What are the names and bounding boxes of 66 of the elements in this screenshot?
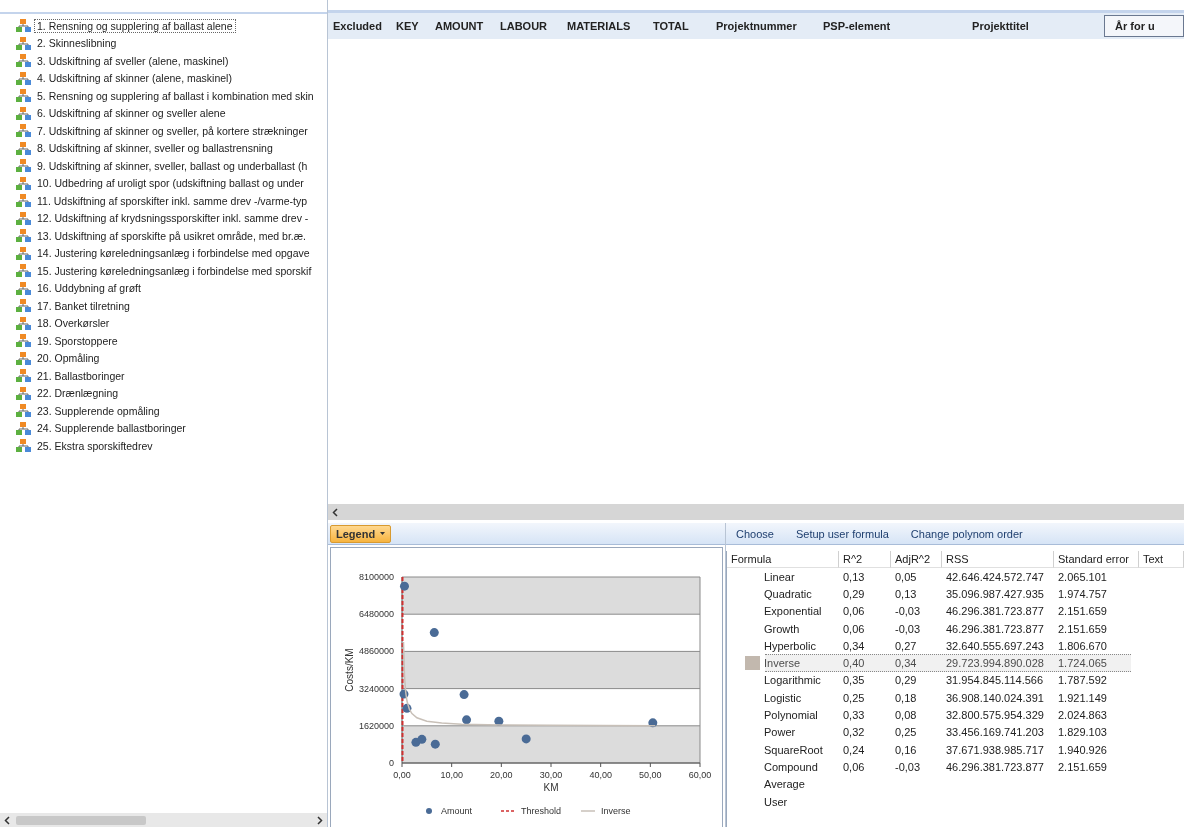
table-cell-text: 0,06	[842, 759, 866, 775]
table-cell-text: 0,06	[842, 621, 866, 637]
table-cell-text: 0,24	[842, 742, 866, 758]
table-cell-text: 0,32	[842, 725, 866, 741]
axis-label: 10,00	[440, 770, 463, 780]
table-cell-text: 33.456.169.741.203	[945, 725, 1045, 741]
axis-label: 50,00	[639, 770, 662, 780]
table-cell-text: 0,25	[894, 725, 918, 741]
table-cell-text: 0,05	[894, 569, 918, 585]
axis-label: 20,00	[490, 770, 513, 780]
table-cell-text: 32.640.555.697.243	[945, 638, 1045, 654]
table-cell-text: 0,27	[894, 638, 918, 654]
table-cell-text: -0,03	[894, 759, 922, 775]
table-cell-text: 0,18	[894, 690, 918, 706]
axis-label: 4860000	[358, 646, 394, 657]
table-cell-text: 46.296.381.723.877	[945, 759, 1045, 775]
table-cell-text: 2.151.659	[1057, 759, 1108, 775]
table-cell-text: 1.787.592	[1057, 673, 1108, 689]
axis-label: 1620000	[358, 720, 394, 731]
table-cell-text: 0,13	[894, 586, 918, 602]
axis-label: 60,00	[688, 770, 712, 780]
table-cell-text: 46.296.381.723.877	[945, 621, 1045, 637]
table-cell-text: 2.151.659	[1057, 604, 1108, 620]
table-cell-text: 32.800.575.954.329	[945, 708, 1045, 723]
table-cell-text: 1.724.065	[1057, 656, 1108, 672]
table-cell-text: 31.954.845.114.566	[945, 673, 1045, 689]
table-cell-text: 37.671.938.985.717	[945, 742, 1045, 758]
axis-label: 30,00	[539, 770, 563, 780]
legend-label: Threshold	[521, 806, 562, 816]
table-cell-text: 1.806.670	[1057, 638, 1108, 654]
table-cell-text: 0,33	[842, 708, 866, 723]
axis-label: 0	[389, 758, 394, 768]
table-cell-text: 29.723.994.890.028	[945, 656, 1045, 672]
axis-label: 3240000	[358, 683, 394, 694]
axis-label: 40,00	[589, 770, 612, 780]
table-cell-text: 0,40	[842, 656, 866, 672]
table-cell-text: 1.829.103	[1057, 725, 1108, 741]
table-cell-text: 35.096.987.427.935	[945, 586, 1045, 602]
table-cell-text: 0,35	[842, 673, 866, 689]
legend-label: Inverse	[601, 806, 631, 816]
axis-label: 8100000	[358, 572, 394, 582]
axis-title: Costs/KM	[344, 648, 355, 692]
table-cell-text: 0,29	[894, 673, 918, 689]
table-cell-text: 2.065.101	[1057, 569, 1108, 585]
legend-label: Amount	[441, 806, 473, 816]
table-cell-text: 0,06	[842, 604, 866, 620]
table-cell-text: 0,29	[842, 586, 866, 602]
table-cell-text: 1.974.757	[1057, 586, 1108, 602]
axis-label: 0,00	[393, 770, 411, 780]
table-cell-text: 1.921.149	[1057, 690, 1108, 706]
table-cell-text: 0,34	[842, 638, 866, 654]
table-cell-text: -0,03	[894, 621, 922, 637]
table-cell-text: 0,25	[842, 690, 866, 706]
axis-label: 6480000	[358, 609, 394, 620]
table-cell-text: 2.151.659	[1057, 621, 1108, 637]
table-cell-text: 46.296.381.723.877	[945, 604, 1045, 620]
table-cell-text: 42.646.424.572.747	[945, 569, 1045, 585]
table-cell-text: 0,08	[894, 708, 918, 723]
table-cell-text: 2.024.863	[1057, 708, 1108, 723]
table-cell-text: 0,16	[894, 742, 918, 758]
table-cell-text: 0,13	[842, 569, 866, 585]
table-cell-text: 36.908.140.024.391	[945, 690, 1045, 706]
axis-title: KM	[543, 782, 559, 793]
table-cell-text: -0,03	[894, 604, 922, 620]
table-cell-text: 1.940.926	[1057, 742, 1108, 758]
table-cell-text: 0,34	[894, 656, 918, 672]
